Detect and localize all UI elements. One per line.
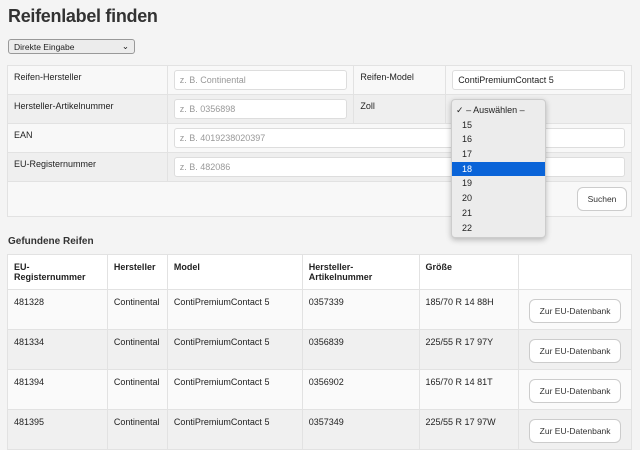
col-header: Hersteller-Artikelnummer [301,254,420,290]
table-cell: Continental [106,329,168,370]
dropdown-option[interactable]: 17 [452,147,545,162]
table-cell: 225/55 R 17 97Y [418,329,520,370]
table-cell: ContiPremiumContact 5 [166,329,303,370]
dropdown-option[interactable]: 19 [452,176,545,191]
table-cell: Continental [106,369,168,410]
article-input[interactable]: z. B. 0356898 [173,99,348,119]
table-row: 481395 Continental ContiPremiumContact 5 03… [7,409,632,450]
search-button[interactable]: Suchen [577,187,627,211]
table-cell: 481334 [7,329,108,370]
col-header: Model [166,254,303,290]
table-cell: 481328 [7,289,108,330]
ean-input[interactable]: z. B. 4019238020397 [173,128,625,148]
article-label: Hersteller-Artikelnummer [7,94,168,124]
manufacturer-input[interactable]: z. B. Continental [173,70,348,90]
table-cell: 0357349 [301,409,420,450]
table-row: 481394 Continental ContiPremiumContact 5 03… [7,369,632,410]
manufacturer-label: Reifen-Hersteller [7,65,168,95]
dropdown-option[interactable]: 21 [452,206,545,221]
table-cell: ContiPremiumContact 5 [166,289,303,330]
dropdown-option[interactable]: 16 [452,132,545,147]
eu-database-button[interactable]: Zur EU-Datenbank [529,419,621,443]
table-cell: 481395 [7,409,108,450]
dropdown-option[interactable]: 15 [452,118,545,133]
table-cell: Continental [106,289,168,330]
eu-database-button[interactable]: Zur EU-Datenbank [529,299,621,323]
dropdown-option[interactable]: ✓ – Auswählen – [452,103,545,118]
table-cell: 481394 [7,369,108,410]
dropdown-option-highlighted[interactable]: 18 [452,161,545,177]
action-cell: Zur EU-Datenbank [518,289,632,330]
results-heading: Gefundene Reifen [8,236,94,247]
table-cell: 165/70 R 14 81T [418,369,520,410]
col-header [518,254,632,290]
table-cell: 0356902 [301,369,420,410]
zoll-dropdown-list: ✓ – Auswählen – 15 16 17 18 19 20 21 22 [451,99,546,238]
input-mode-value: Direkte Eingabe [14,41,75,52]
page-title: Reifenlabel finden [8,6,158,26]
action-cell: Zur EU-Datenbank [518,369,632,410]
col-header: EU-Registernummer [7,254,108,290]
table-cell: 0357339 [301,289,420,330]
zoll-label: Zoll [353,94,447,124]
eu-database-button[interactable]: Zur EU-Datenbank [529,339,621,363]
table-row: 481334 Continental ContiPremiumContact 5 03… [7,329,632,370]
table-row: 481328 Continental ContiPremiumContact 5 03… [7,289,632,330]
col-header: Größe [418,254,520,290]
input-mode-select[interactable]: Direkte Eingabe ⌄ [8,39,135,54]
action-cell: Zur EU-Datenbank [518,329,632,370]
table-cell: ContiPremiumContact 5 [166,369,303,410]
table-cell: ContiPremiumContact 5 [166,409,303,450]
chevron-down-icon: ⌄ [121,41,129,51]
results-table: EU-Registernummer Hersteller Model Herst… [7,254,632,450]
ean-label: EAN [7,123,168,153]
eu-label: EU-Registernummer [7,152,168,182]
checkmark-icon: ✓ [456,105,464,115]
eu-input[interactable]: z. B. 482086 [173,157,625,177]
table-cell: 185/70 R 14 88H [418,289,520,330]
table-cell: 0356839 [301,329,420,370]
dropdown-option[interactable]: 22 [452,221,545,236]
model-label: Reifen-Model [353,65,447,95]
action-cell: Zur EU-Datenbank [518,409,632,450]
col-header: Hersteller [106,254,168,290]
dropdown-option[interactable]: 20 [452,191,545,206]
table-cell: Continental [106,409,168,450]
eu-database-button[interactable]: Zur EU-Datenbank [529,379,621,403]
model-input[interactable]: ContiPremiumContact 5 [452,70,625,90]
table-cell: 225/55 R 17 97W [418,409,520,450]
